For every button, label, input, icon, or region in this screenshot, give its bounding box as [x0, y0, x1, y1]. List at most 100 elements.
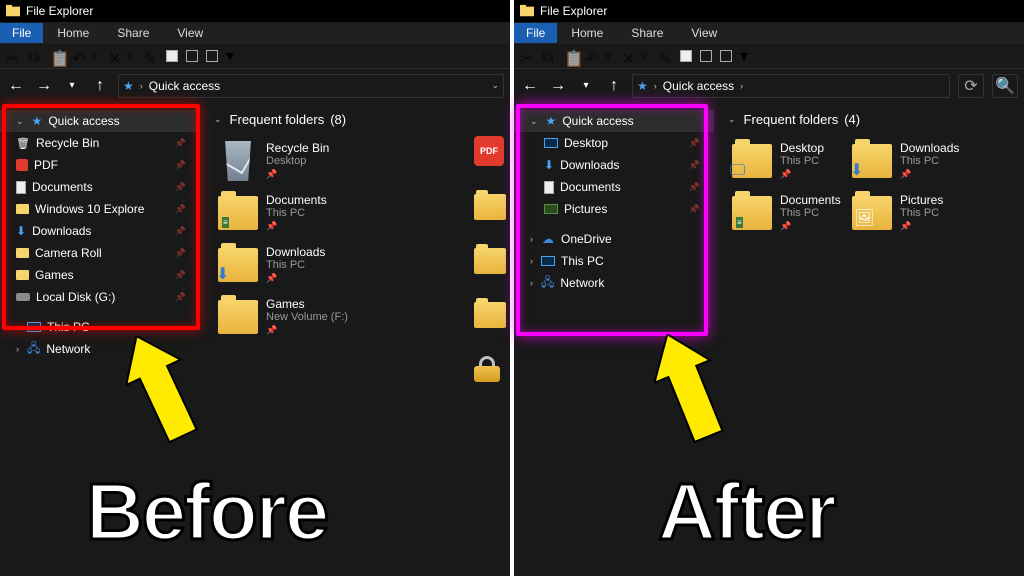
delete-icon[interactable]: ✕	[108, 49, 122, 63]
folder-location: This PC	[900, 207, 943, 219]
rename-icon[interactable]: ✎	[658, 49, 672, 63]
sidebar-item-label: Camera Roll	[35, 246, 102, 260]
cut-icon[interactable]: ✂	[6, 49, 20, 63]
frequent-folder[interactable]: 🖼PicturesThis PC📌	[848, 189, 958, 237]
address-bar[interactable]: ★ › Quick access ›	[632, 74, 950, 98]
sidebar-item[interactable]: PDF📌	[0, 154, 200, 176]
menu-bar: File Home Share View	[514, 22, 1024, 44]
forward-button[interactable]: →	[34, 76, 54, 96]
frequent-folder[interactable]: ≡DocumentsThis PC📌	[728, 189, 838, 237]
partial-folder-icon[interactable]	[474, 302, 506, 328]
expand-caret-icon[interactable]: ›	[530, 278, 533, 288]
cut-icon[interactable]: ✂	[520, 49, 534, 63]
sidebar-item[interactable]: 🗑Recycle Bin📌	[0, 132, 200, 154]
sidebar-item-label: Recycle Bin	[36, 136, 99, 150]
layout-large-icon[interactable]	[166, 50, 178, 62]
chevron-down-icon[interactable]: ⌄	[491, 80, 499, 91]
expand-caret-icon[interactable]: ›	[16, 344, 19, 354]
copy-icon[interactable]: ⧉	[28, 49, 42, 63]
partial-folder-icon[interactable]	[474, 356, 506, 382]
copy-icon[interactable]: ⧉	[542, 49, 556, 63]
partial-folder-icon[interactable]	[474, 194, 506, 220]
back-button[interactable]: ←	[6, 76, 26, 96]
layout-large-icon[interactable]	[680, 50, 692, 62]
frequent-folder[interactable]: ⬇DownloadsThis PC📌	[848, 137, 958, 185]
expand-caret-icon[interactable]: ⌄	[16, 116, 24, 127]
layout-details-icon[interactable]	[186, 50, 198, 62]
sidebar-item[interactable]: ⌄★Quick access	[514, 110, 714, 132]
layout-list-icon[interactable]	[206, 50, 218, 62]
menu-home[interactable]: Home	[557, 23, 617, 43]
search-button[interactable]: 🔍	[992, 74, 1018, 98]
paste-icon[interactable]: 📋	[50, 49, 64, 63]
before-pane: File Explorer File Home Share View ✂ ⧉ 📋…	[0, 0, 514, 576]
sidebar-item[interactable]: Windows 10 Explore📌	[0, 198, 200, 220]
partial-folder-icon[interactable]: PDF	[474, 136, 506, 166]
breadcrumb-label: Quick access	[663, 79, 734, 93]
frequent-folder[interactable]: ≡DocumentsThis PC📌	[214, 189, 434, 237]
sidebar-item[interactable]: ⬇Downloads📌	[0, 220, 200, 242]
refresh-button[interactable]: ⟳	[958, 74, 984, 98]
expand-caret-icon[interactable]: ›	[16, 322, 19, 332]
frequent-folder[interactable]: 🖵DesktopThis PC📌	[728, 137, 838, 185]
back-button[interactable]: ←	[520, 76, 540, 96]
menu-home[interactable]: Home	[43, 23, 103, 43]
undo-icon[interactable]: ↶	[586, 49, 600, 63]
sidebar-item[interactable]: ›This PC	[514, 250, 714, 272]
sidebar-item[interactable]: Local Disk (G:)📌	[0, 286, 200, 308]
frequent-folder[interactable]: Recycle BinDesktop📌	[214, 137, 434, 185]
sidebar-item[interactable]: ›🖧Network	[0, 338, 200, 360]
expand-caret-icon[interactable]: ›	[530, 256, 533, 266]
up-button[interactable]: ↑	[90, 76, 110, 96]
paste-icon[interactable]: 📋	[564, 49, 578, 63]
menu-view[interactable]: View	[163, 23, 217, 43]
folder-icon	[474, 194, 506, 220]
undo-icon[interactable]: ↶	[72, 49, 86, 63]
expand-caret-icon[interactable]: ⌄	[214, 114, 222, 125]
layout-list-icon[interactable]	[720, 50, 732, 62]
folder-location: This PC	[266, 259, 325, 271]
folder-icon: ⬇	[218, 248, 258, 282]
address-bar[interactable]: ★ › Quick access ⌄	[118, 74, 504, 98]
main-view: ⌄Frequent folders (4) 🖵DesktopThis PC📌⬇D…	[714, 102, 1024, 576]
up-button[interactable]: ↑	[604, 76, 624, 96]
sidebar-item[interactable]: ⬇Downloads📌	[514, 154, 714, 176]
menu-file[interactable]: File	[514, 23, 557, 43]
delete-icon[interactable]: ✕	[622, 49, 636, 63]
folder-name: Games	[266, 297, 348, 311]
content-area: ⌄★Quick accessDesktop📌⬇Downloads📌Documen…	[514, 102, 1024, 576]
rename-icon[interactable]: ✎	[144, 49, 158, 63]
layout-details-icon[interactable]	[700, 50, 712, 62]
pin-icon: 📌	[175, 270, 192, 281]
recent-dropdown[interactable]: ▾	[62, 76, 82, 96]
sidebar-item[interactable]: Desktop📌	[514, 132, 714, 154]
sidebar-item[interactable]: ›🖧Network	[514, 272, 714, 294]
menu-view[interactable]: View	[677, 23, 731, 43]
star-icon: ★	[546, 114, 557, 128]
window-title: File Explorer	[26, 4, 93, 18]
sidebar-item[interactable]: Documents📌	[514, 176, 714, 198]
pin-icon: 📌	[689, 160, 706, 171]
recent-dropdown[interactable]: ▾	[576, 76, 596, 96]
menu-file[interactable]: File	[0, 23, 43, 43]
nav-bar: ← → ▾ ↑ ★ › Quick access › ⟳ 🔍	[514, 68, 1024, 102]
menu-share[interactable]: Share	[617, 23, 677, 43]
sidebar-item[interactable]: Pictures📌	[514, 198, 714, 220]
partial-folder-icon[interactable]	[474, 248, 506, 274]
expand-caret-icon[interactable]: ⌄	[728, 114, 736, 125]
expand-caret-icon[interactable]: ›	[530, 234, 533, 244]
forward-button[interactable]: →	[548, 76, 568, 96]
downloads-icon: ⬇	[16, 224, 26, 238]
sidebar-item[interactable]: ⌄★Quick access	[0, 110, 200, 132]
sidebar-item[interactable]: Camera Roll📌	[0, 242, 200, 264]
menu-share[interactable]: Share	[103, 23, 163, 43]
sidebar-item[interactable]: ›☁OneDrive	[514, 228, 714, 250]
sidebar-item[interactable]: ›This PC	[0, 316, 200, 338]
frequent-folder[interactable]: GamesNew Volume (F:)📌	[214, 293, 434, 341]
frequent-folder[interactable]: ⬇DownloadsThis PC📌	[214, 241, 434, 289]
sidebar-item[interactable]: Games📌	[0, 264, 200, 286]
lock-icon	[474, 356, 500, 382]
expand-caret-icon[interactable]: ⌄	[530, 116, 538, 127]
sidebar-item[interactable]: Documents📌	[0, 176, 200, 198]
pc-icon	[541, 256, 555, 266]
